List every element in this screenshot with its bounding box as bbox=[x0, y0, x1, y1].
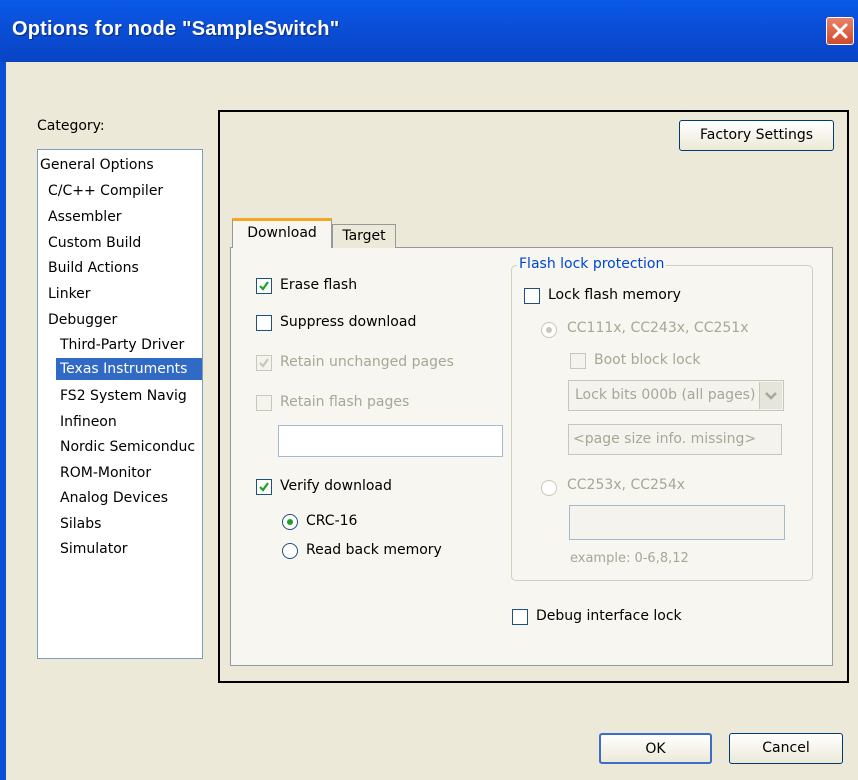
retain-unchanged-pages-label: Retain unchanged pages bbox=[280, 354, 454, 370]
category-item-linker[interactable]: Linker bbox=[48, 283, 91, 305]
close-button[interactable] bbox=[826, 17, 854, 45]
window-title: Options for node "SampleSwitch" bbox=[12, 18, 340, 40]
category-item-simulator[interactable]: Simulator bbox=[60, 538, 128, 560]
category-item-rom-monitor[interactable]: ROM-Monitor bbox=[60, 462, 151, 484]
ok-button[interactable]: OK bbox=[599, 733, 712, 764]
cancel-button[interactable]: Cancel bbox=[729, 733, 843, 764]
tab-download[interactable]: Download bbox=[232, 218, 332, 248]
retain-flash-pages-checkbox[interactable] bbox=[256, 395, 272, 411]
radio-dot-icon bbox=[546, 327, 552, 333]
category-item-debugger[interactable]: Debugger bbox=[48, 309, 117, 331]
radio-dot-icon bbox=[287, 519, 293, 525]
lock-flash-memory-checkbox[interactable] bbox=[524, 288, 540, 304]
verify-download-label: Verify download bbox=[280, 478, 392, 494]
flash-lock-title: Flash lock protection bbox=[517, 256, 667, 272]
page-size-info-field: <page size info. missing> bbox=[568, 424, 782, 455]
crc16-radio[interactable] bbox=[282, 514, 298, 530]
erase-flash-checkbox[interactable] bbox=[256, 278, 272, 294]
suppress-download-checkbox[interactable] bbox=[256, 315, 272, 331]
lock-bits-value: Lock bits 000b (all pages) bbox=[575, 387, 755, 403]
cc111x-radio[interactable] bbox=[541, 322, 557, 338]
factory-settings-button[interactable]: Factory Settings bbox=[679, 120, 834, 151]
cc253x-pages-input[interactable] bbox=[569, 505, 785, 540]
chevron-down-icon bbox=[765, 392, 777, 400]
dropdown-arrow[interactable] bbox=[759, 382, 782, 409]
window-left-border bbox=[0, 62, 6, 780]
category-label: Category: bbox=[37, 118, 105, 134]
read-back-memory-radio[interactable] bbox=[282, 543, 298, 559]
category-item-fs2-system-navig[interactable]: FS2 System Navig bbox=[60, 385, 187, 407]
category-list[interactable]: General Options C/C++ Compiler Assembler… bbox=[37, 149, 203, 659]
category-item-texas-instruments[interactable]: Texas Instruments bbox=[56, 358, 202, 380]
tab-target[interactable]: Target bbox=[332, 224, 396, 248]
category-item-assembler[interactable]: Assembler bbox=[48, 206, 122, 228]
category-item-third-party-driver[interactable]: Third-Party Driver bbox=[60, 334, 184, 356]
category-item-general-options[interactable]: General Options bbox=[38, 154, 154, 176]
category-item-build-actions[interactable]: Build Actions bbox=[48, 257, 139, 279]
checkmark-icon bbox=[259, 281, 269, 291]
debug-interface-lock-label: Debug interface lock bbox=[536, 608, 682, 624]
suppress-download-label: Suppress download bbox=[280, 314, 417, 330]
category-item-nordic-semiconductor[interactable]: Nordic Semiconduc bbox=[60, 436, 195, 458]
category-item-custom-build[interactable]: Custom Build bbox=[48, 232, 141, 254]
category-item-c-compiler[interactable]: C/C++ Compiler bbox=[48, 180, 163, 202]
category-item-silabs[interactable]: Silabs bbox=[60, 513, 101, 535]
debug-interface-lock-checkbox[interactable] bbox=[512, 609, 528, 625]
category-item-analog-devices[interactable]: Analog Devices bbox=[60, 487, 168, 509]
boot-block-lock-label: Boot block lock bbox=[594, 352, 701, 368]
lock-flash-memory-label: Lock flash memory bbox=[548, 287, 681, 303]
boot-block-lock-checkbox[interactable] bbox=[570, 353, 586, 369]
title-bar[interactable]: Options for node "SampleSwitch" bbox=[0, 0, 858, 62]
cc111x-label: CC111x, CC243x, CC251x bbox=[567, 320, 749, 336]
category-item-infineon[interactable]: Infineon bbox=[60, 411, 117, 433]
page-size-info-text: <page size info. missing> bbox=[573, 431, 757, 447]
cc253x-radio[interactable] bbox=[541, 480, 557, 496]
lock-bits-select[interactable]: Lock bits 000b (all pages) bbox=[568, 380, 784, 411]
read-back-memory-label: Read back memory bbox=[306, 542, 442, 558]
erase-flash-label: Erase flash bbox=[280, 277, 358, 293]
checkmark-icon bbox=[259, 482, 269, 492]
verify-download-checkbox[interactable] bbox=[256, 479, 272, 495]
cc253x-label: CC253x, CC254x bbox=[567, 477, 686, 493]
retain-unchanged-pages-checkbox[interactable] bbox=[256, 355, 272, 371]
retain-flash-pages-label: Retain flash pages bbox=[280, 394, 410, 410]
retain-flash-pages-input[interactable] bbox=[278, 425, 503, 457]
checkmark-icon bbox=[259, 358, 269, 368]
example-hint: example: 0-6,8,12 bbox=[570, 551, 689, 566]
crc16-label: CRC-16 bbox=[306, 513, 358, 529]
close-icon bbox=[832, 23, 848, 39]
